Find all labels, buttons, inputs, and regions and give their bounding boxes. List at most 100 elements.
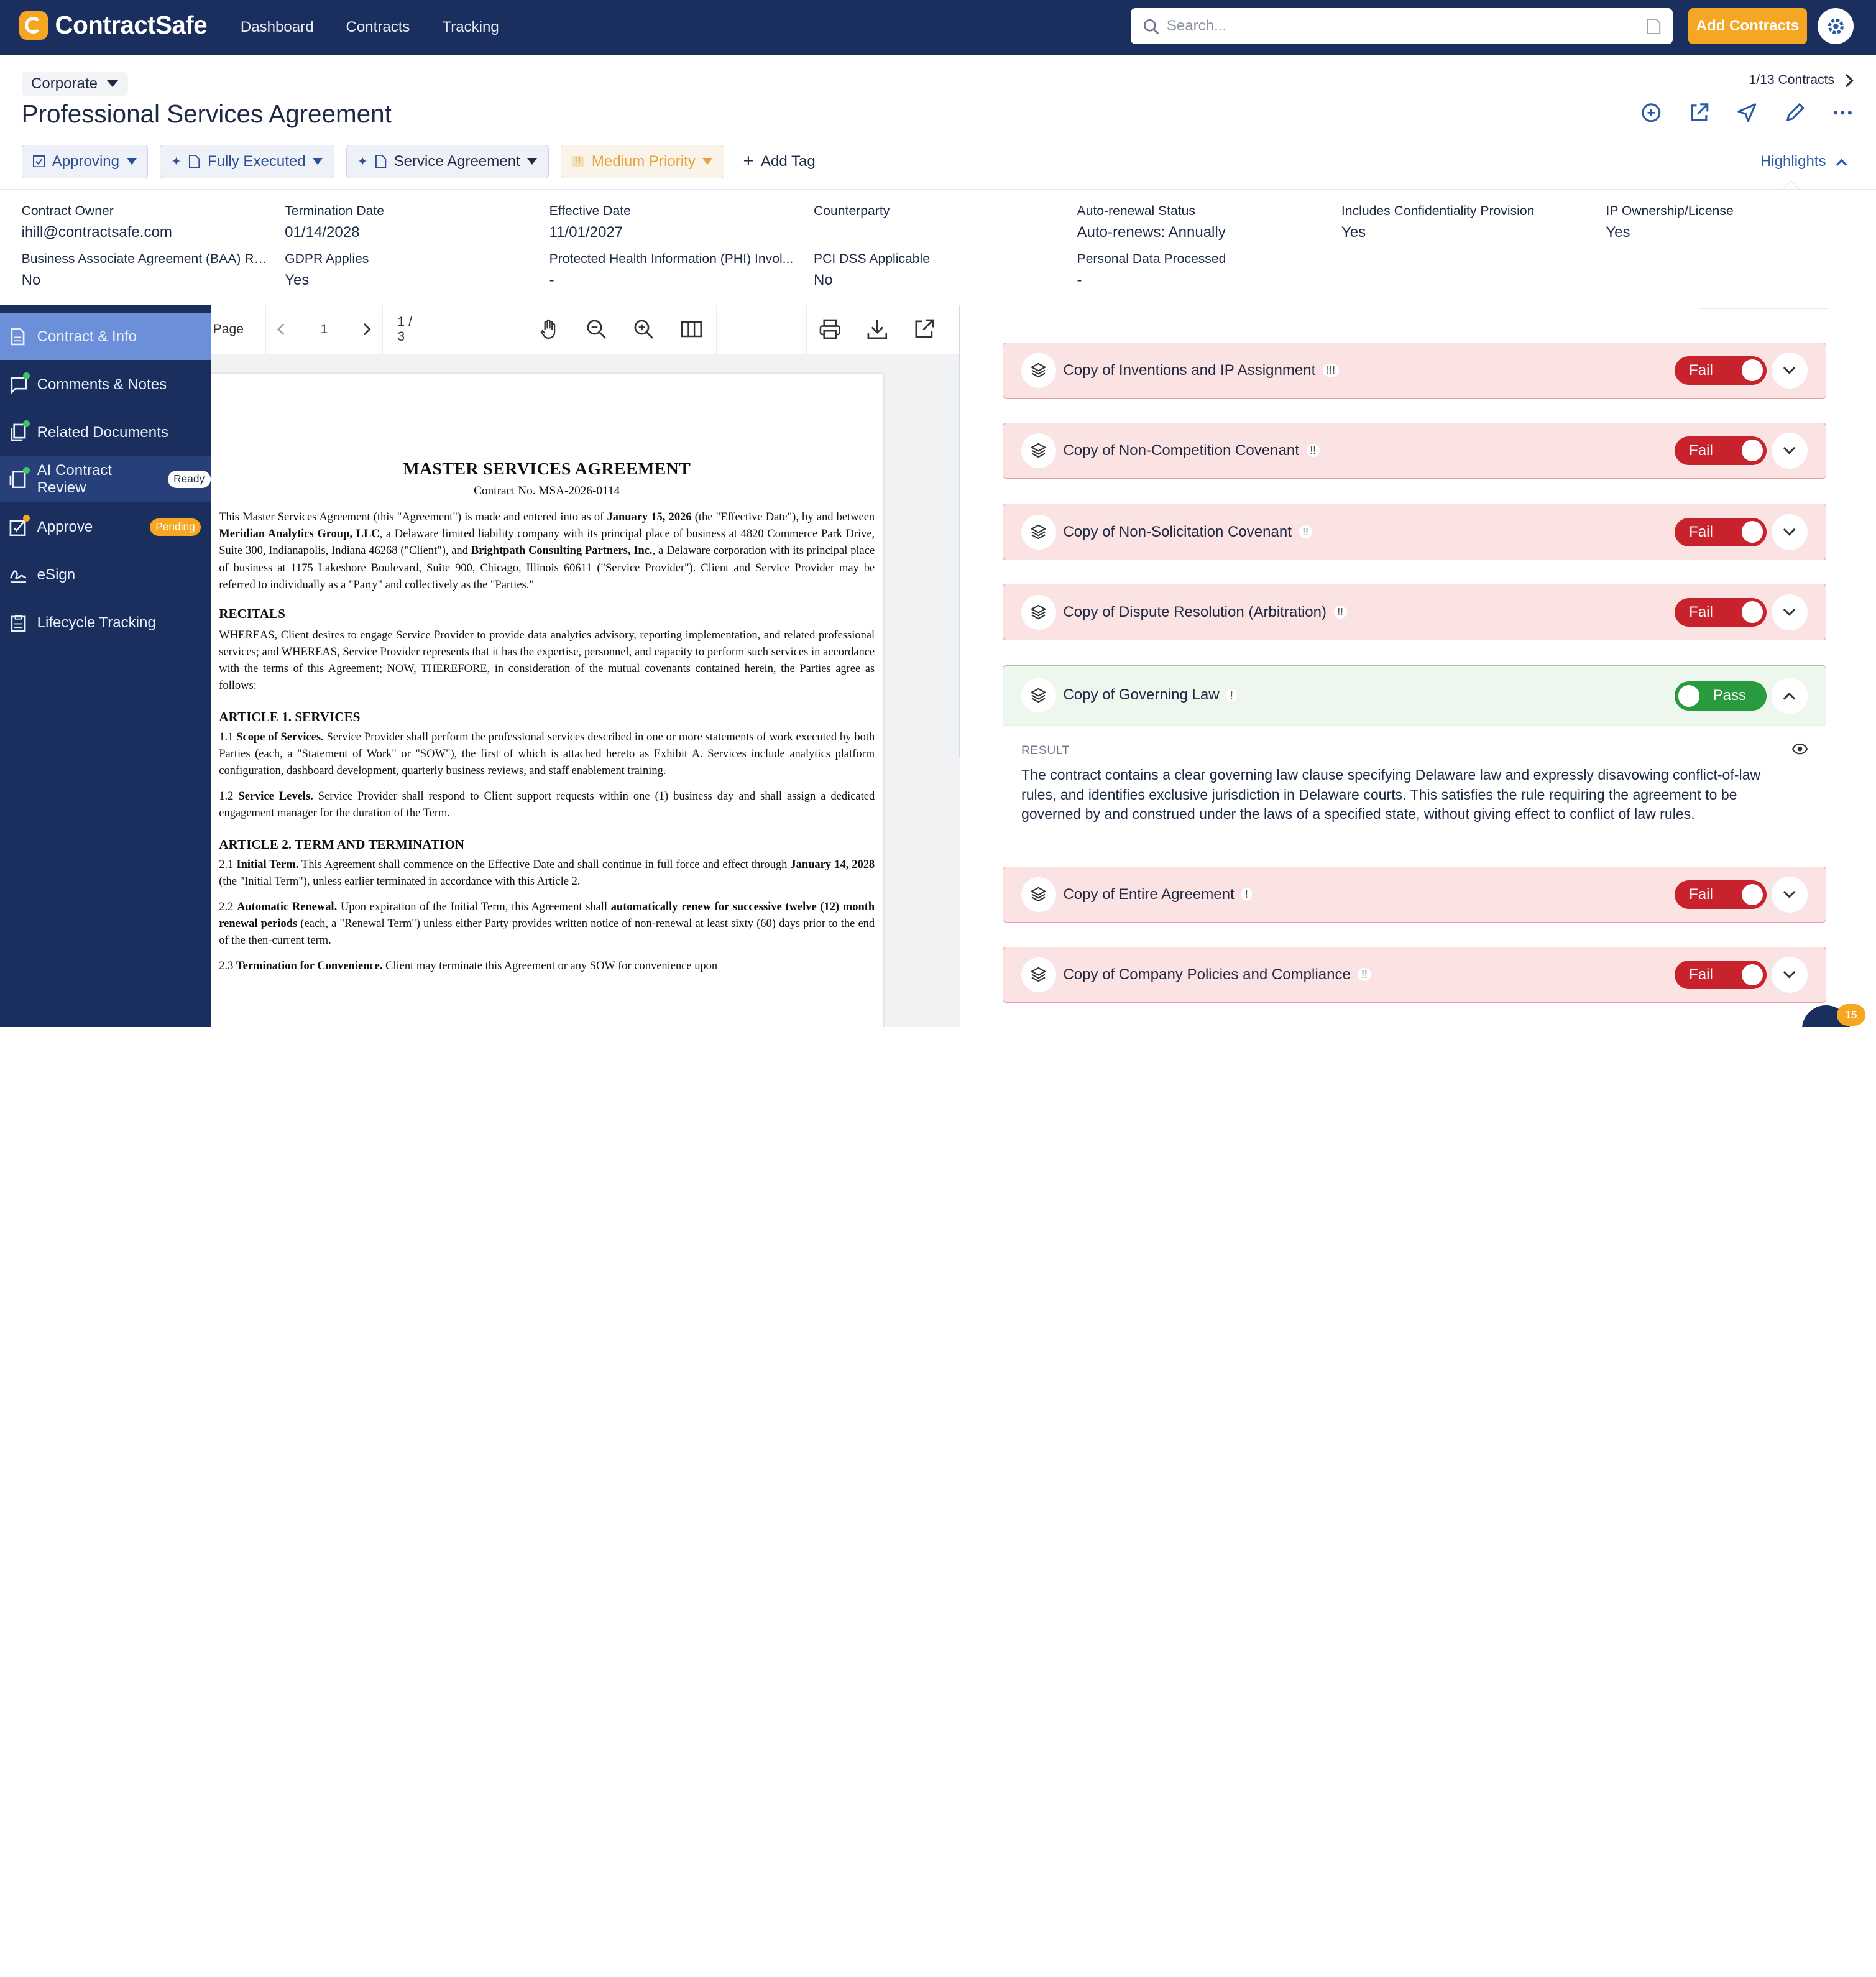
pdf-viewer[interactable]: MASTER SERVICES AGREEMENT Contract No. M… [210, 354, 960, 1027]
field-counterparty: Counterparty [814, 204, 1065, 224]
field-value[interactable]: - [549, 272, 801, 289]
fail-toggle[interactable]: Fail [1675, 880, 1767, 910]
sidebar-item-comments[interactable]: Comments & Notes [0, 361, 211, 408]
brand-logo[interactable]: ContractSafe [19, 11, 208, 40]
logo-icon [19, 11, 48, 40]
field-label: IP Ownership/License [1606, 204, 1734, 219]
field-value[interactable]: ihill@contractsafe.com [22, 224, 273, 241]
chevron-down-icon [1783, 608, 1796, 616]
print-button[interactable] [806, 305, 853, 354]
document-icon [9, 328, 27, 346]
more-icon[interactable] [1832, 102, 1854, 124]
field-label: Effective Date [549, 204, 631, 219]
zoom-out-button[interactable] [572, 305, 620, 354]
company-selector[interactable]: Corporate [21, 71, 128, 96]
field-value[interactable]: Yes [285, 272, 536, 289]
add-contracts-button[interactable]: Add Contracts [1688, 8, 1807, 45]
review-item[interactable]: Copy of Non-Solicitation Covenant!! Fail [1003, 504, 1826, 560]
review-item[interactable]: Copy of Dispute Resolution (Arbitration)… [1003, 584, 1826, 640]
priority-tag[interactable]: !! Medium Priority [560, 144, 724, 178]
nav-dashboard[interactable]: Dashboard [241, 19, 314, 36]
field-value[interactable]: No [814, 272, 1065, 289]
sidebar-item-label: Contract & Info [37, 328, 137, 345]
field-value[interactable]: Auto-renews: Annually [1077, 224, 1328, 241]
add-tag-button[interactable]: + Add Tag [743, 151, 816, 172]
execution-tag[interactable]: ✦ Fully Executed [160, 144, 334, 178]
page-number-input[interactable]: 1 [296, 322, 352, 337]
open-new-window-button[interactable] [901, 305, 948, 354]
open-external-icon[interactable] [1688, 102, 1710, 124]
panel-divider[interactable] [958, 305, 960, 758]
chevron-up-icon [1783, 692, 1796, 700]
review-item[interactable]: Copy of Entire Agreement! Fail [1003, 866, 1826, 923]
fail-toggle[interactable]: Fail [1675, 960, 1767, 990]
review-item[interactable]: Copy of Inventions and IP Assignment!!! … [1003, 342, 1826, 399]
plus-icon: + [743, 151, 754, 172]
expand-button[interactable] [1771, 594, 1808, 630]
settings-button[interactable] [1818, 8, 1854, 45]
contract-pager[interactable]: 1/13 Contracts [1749, 73, 1854, 88]
eye-icon[interactable] [1791, 743, 1808, 755]
field-value[interactable]: Yes [1606, 224, 1857, 241]
sidebar-item-esign[interactable]: eSign [0, 551, 211, 598]
two-page-button[interactable] [667, 305, 717, 354]
chevron-right-icon[interactable] [1844, 73, 1854, 88]
next-page-button[interactable] [352, 305, 384, 354]
field-value[interactable]: Yes [1341, 224, 1593, 241]
chat-count-badge: 15 [1836, 1004, 1866, 1026]
expand-button[interactable] [1771, 432, 1808, 469]
columns-icon [681, 321, 702, 338]
collapse-button[interactable] [1771, 678, 1808, 714]
review-item-title: Copy of Dispute Resolution (Arbitration) [1063, 603, 1327, 620]
field-value[interactable]: 01/14/2028 [285, 224, 536, 241]
pass-toggle[interactable]: Pass [1675, 681, 1767, 711]
edit-icon[interactable] [1784, 102, 1806, 124]
field-value[interactable]: No [22, 272, 273, 289]
review-item[interactable]: Copy of Non-Competition Covenant!! Fail [1003, 422, 1826, 479]
sidebar-item-lifecycle[interactable]: Lifecycle Tracking [0, 599, 211, 646]
nav-tracking[interactable]: Tracking [442, 19, 499, 36]
field-label: Personal Data Processed [1077, 252, 1226, 267]
search-input[interactable] [1166, 17, 1647, 35]
sidebar-item-approve[interactable]: Approve Pending [0, 504, 211, 550]
doc-section-2-3: 2.3 Termination for Convenience. Client … [219, 959, 718, 972]
expand-button[interactable] [1771, 352, 1808, 389]
company-name: Corporate [31, 75, 98, 92]
doc-title: MASTER SERVICES AGREEMENT [403, 459, 691, 479]
highlights-toggle[interactable]: Highlights [1760, 153, 1847, 170]
review-item-expanded[interactable]: Copy of Governing Law! Pass RESULT The c… [1003, 665, 1826, 845]
doc-section-2-2: 2.2 Automatic Renewal. Upon expiration o… [219, 900, 875, 947]
approve-checkbox-icon [9, 514, 30, 537]
ai-chat-icon[interactable] [1640, 102, 1662, 124]
fail-toggle[interactable]: Fail [1675, 436, 1767, 465]
documents-icon [9, 420, 30, 441]
layers-icon [1021, 957, 1056, 992]
sidebar-item-ai-review[interactable]: AI Contract Review Ready [0, 456, 211, 503]
prev-page-button[interactable] [265, 305, 296, 354]
fail-toggle[interactable]: Fail [1675, 356, 1767, 385]
expand-button[interactable] [1771, 514, 1808, 550]
expand-button[interactable] [1771, 957, 1808, 993]
zoom-in-button[interactable] [620, 305, 667, 354]
download-icon [867, 320, 887, 339]
status-tag[interactable]: Approving [21, 144, 148, 178]
nav-contracts[interactable]: Contracts [346, 19, 410, 36]
review-item[interactable]: Copy of Company Policies and Compliance!… [1003, 946, 1826, 1003]
field-value[interactable]: - [1077, 272, 1328, 289]
sidebar-item-related-documents[interactable]: Related Documents [0, 409, 211, 456]
review-item-title: Copy of Non-Solicitation Covenant [1063, 523, 1292, 540]
field-label: GDPR Applies [285, 252, 369, 267]
pan-tool-button[interactable] [525, 305, 573, 354]
download-button[interactable] [853, 305, 901, 354]
highlight-fields: Contract Owner ihill@contractsafe.com Ter… [0, 189, 1876, 305]
type-tag[interactable]: ✦ Service Agreement [346, 144, 549, 178]
expand-button[interactable] [1771, 877, 1808, 913]
ai-review-icon [9, 466, 30, 489]
document-icon [189, 155, 200, 168]
fail-toggle[interactable]: Fail [1675, 597, 1767, 627]
send-icon[interactable] [1736, 102, 1758, 124]
document-search-icon[interactable] [1647, 18, 1661, 35]
sidebar-item-contract-info[interactable]: Contract & Info [0, 313, 211, 361]
field-value[interactable]: 11/01/2027 [549, 224, 801, 241]
fail-toggle[interactable]: Fail [1675, 517, 1767, 546]
